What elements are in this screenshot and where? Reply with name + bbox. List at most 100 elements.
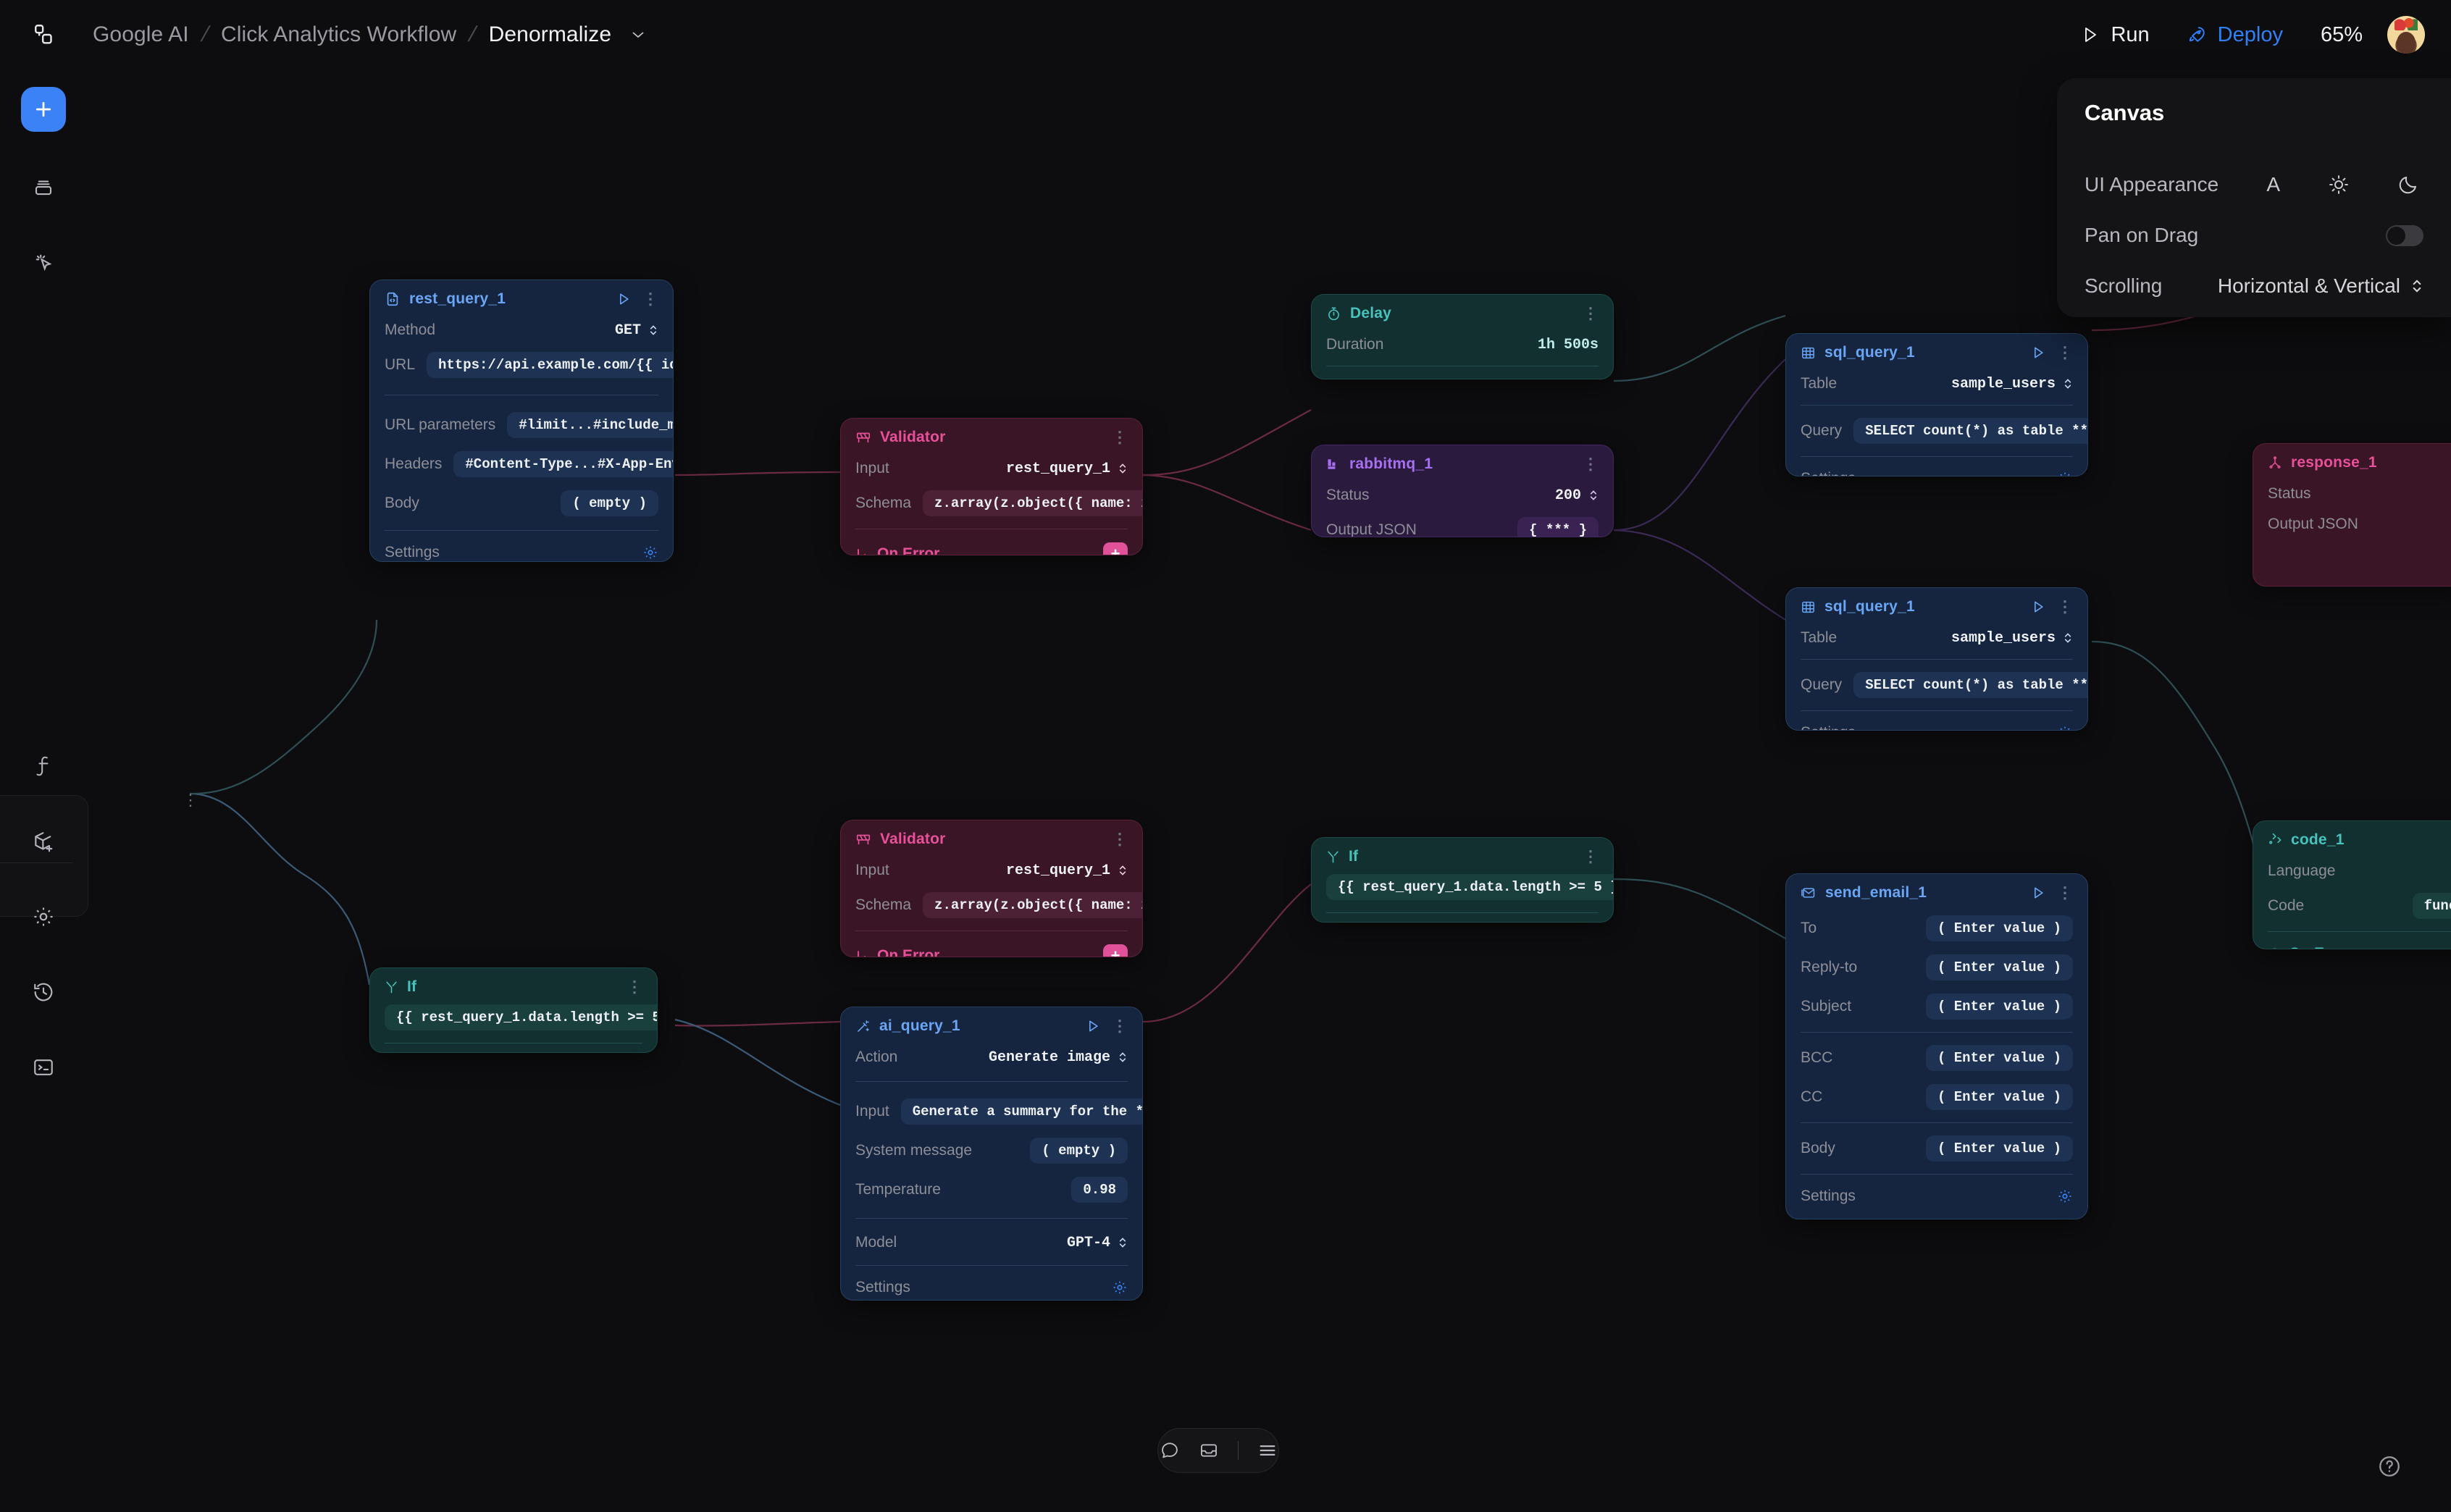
row-value[interactable]: sample_users [1951,630,2073,647]
row-temperature[interactable]: Temperature 0.98 [841,1170,1142,1209]
row-value[interactable]: SELECT count(*) as table *** [1853,672,2087,698]
row-body[interactable]: Body ( empty ) [370,484,673,523]
row-body[interactable]: Body ( Enter value ) [1786,1129,2087,1168]
node-menu-icon[interactable]: ⋮ [627,979,642,995]
sidebar-item-packages[interactable] [0,804,87,879]
row-code[interactable]: Code functi [2253,886,2451,925]
row-action[interactable]: Action Generate image [841,1042,1142,1072]
moon-icon[interactable] [2397,174,2419,196]
node-rabbitmq-1[interactable]: rabbitmq_1 ⋮ Status 200 Output JSON { **… [1311,445,1614,537]
row-value[interactable]: z.array(z.object({ name: z.string( *** [923,490,1142,516]
menu-icon[interactable] [1257,1440,1278,1461]
node-response-1[interactable]: response_1 Status Output JSON [2253,443,2451,587]
row-value[interactable]: 200 [1555,487,1599,504]
node-menu-icon[interactable]: ⋮ [2057,345,2073,361]
row-condition[interactable]: {{ rest_query_1.data.length >= 5 }} + [370,1003,657,1037]
row-settings[interactable]: Settings [841,1272,1142,1300]
sidebar-item-console[interactable] [0,1030,87,1105]
run-button[interactable]: Run [2063,16,2168,54]
node-menu-icon[interactable]: ⋮ [2057,599,2073,615]
run-node-icon[interactable] [2031,600,2045,614]
inbox-icon[interactable] [1199,1440,1219,1461]
node-header[interactable]: Validator ⋮ [841,820,1142,855]
row-reply-to[interactable]: Reply-to ( Enter value ) [1786,948,2087,987]
add-node-button[interactable] [0,70,87,149]
node-header[interactable]: rabbitmq_1 ⋮ [1312,445,1613,480]
ghost-node-menu-icon[interactable]: ⋮ [183,792,198,808]
row-query[interactable]: Query SELECT count(*) as table *** [1786,411,2087,450]
node-header[interactable]: send_email_1 ⋮ [1786,874,2087,909]
breadcrumb-item-workspace[interactable]: Google AI [83,22,199,47]
row-schema[interactable]: Schema z.array(z.object({ name: z.string… [841,484,1142,523]
deploy-button[interactable]: Deploy [2169,16,2302,54]
node-menu-icon[interactable]: ⋮ [1583,456,1599,472]
row-input[interactable]: Input Generate a summary for the *** [841,1092,1142,1131]
run-node-icon[interactable] [2031,345,2045,360]
help-button[interactable] [2377,1454,2402,1479]
run-node-icon[interactable] [616,292,631,306]
row-output-json[interactable]: Output JSON { *** } [1312,511,1613,537]
row-duration[interactable]: Duration 1h 500s [1312,329,1613,360]
node-footer[interactable]: On Error [2253,938,2451,949]
row-value[interactable]: functi [2412,893,2451,919]
row-method[interactable]: Method GET [370,315,673,345]
row-value[interactable]: Generate image [989,1049,1128,1066]
row-table[interactable]: Table sample_users [1786,369,2087,399]
add-branch-button[interactable]: + [1103,944,1128,957]
node-ai-query-1[interactable]: ai_query_1 ⋮ Action Generate image Input [840,1007,1143,1301]
row-value[interactable]: GPT-4 [1067,1235,1128,1251]
node-header[interactable]: code_1 [2253,821,2451,856]
row-input[interactable]: Input rest_query_1 [841,453,1142,484]
bottom-toolbar[interactable] [1157,1428,1279,1473]
node-footer[interactable]: On Error + [841,937,1142,957]
node-header[interactable]: Validator ⋮ [841,419,1142,453]
row-value[interactable]: ( Enter value ) [1925,1045,2073,1071]
plus-icon[interactable] [21,87,66,132]
sun-icon[interactable] [2328,174,2350,196]
node-send-email-1[interactable]: send_email_1 ⋮ To ( Enter value ) Reply-… [1785,873,2088,1219]
row-output-json[interactable]: Output JSON [2253,509,2451,539]
row-value[interactable]: 1h 500s [1538,337,1599,353]
row-settings[interactable]: Settings [1786,463,2087,476]
row-value[interactable]: #Content-Type...#X-App-Env [453,451,673,477]
row-status[interactable]: Status 200 [1312,480,1613,511]
node-menu-icon[interactable]: ⋮ [642,291,658,307]
row-value[interactable]: ( Enter value ) [1925,915,2073,941]
row-to[interactable]: To ( Enter value ) [1786,909,2087,948]
row-model[interactable]: Model GPT-4 [841,1227,1142,1258]
row-value[interactable]: rest_query_1 [1006,461,1128,477]
node-if-right[interactable]: If ⋮ {{ rest_query_1.data.length >= 5 }}… [1311,837,1614,923]
node-header[interactable]: If ⋮ [370,968,657,1003]
node-menu-icon[interactable]: ⋮ [2057,885,2073,901]
row-system-message[interactable]: System message ( empty ) [841,1131,1142,1170]
node-if-left[interactable]: If ⋮ {{ rest_query_1.data.length >= 5 }}… [369,967,658,1053]
row-value[interactable]: GET [615,322,658,339]
scrolling-select[interactable]: Horizontal & Vertical [2218,274,2423,298]
row-settings[interactable]: Settings [370,537,673,561]
condition-value[interactable]: {{ rest_query_1.data.length >= 5 }} [1326,874,1613,900]
row-value[interactable]: https://api.example.com/{{ id }} [427,352,673,378]
row-status[interactable]: Status [2253,479,2451,509]
row-value[interactable]: ( Enter value ) [1925,994,2073,1020]
node-header[interactable]: rest_query_1 ⋮ [370,280,673,315]
node-menu-icon[interactable]: ⋮ [1112,831,1128,847]
row-input[interactable]: Input rest_query_1 [841,855,1142,886]
row-value[interactable]: rest_query_1 [1006,862,1128,879]
node-footer[interactable]: Else + [370,1049,657,1052]
sidebar-item-settings[interactable] [0,879,87,954]
add-branch-button[interactable]: + [1103,542,1128,555]
canvas-settings-panel[interactable]: Canvas UI Appearance A Pan on Drag Scrol… [2057,78,2451,317]
node-menu-icon[interactable]: ⋮ [1112,1018,1128,1034]
comment-icon[interactable] [1160,1440,1180,1461]
run-node-icon[interactable] [2031,886,2045,900]
node-header[interactable]: sql_query_1 ⋮ [1786,588,2087,623]
node-code-1[interactable]: code_1 Language Code functi On Error [2253,820,2451,949]
node-menu-icon[interactable]: ⋮ [1583,849,1599,865]
node-menu-icon[interactable]: ⋮ [1583,306,1599,322]
workflow-logo-icon[interactable] [28,17,62,52]
row-settings[interactable]: Settings [1786,1180,2087,1217]
pan-on-drag-toggle[interactable] [2386,224,2423,246]
row-value[interactable]: Generate a summary for the *** [900,1099,1142,1125]
row-bcc[interactable]: BCC ( Enter value ) [1786,1038,2087,1078]
row-subject[interactable]: Subject ( Enter value ) [1786,987,2087,1026]
